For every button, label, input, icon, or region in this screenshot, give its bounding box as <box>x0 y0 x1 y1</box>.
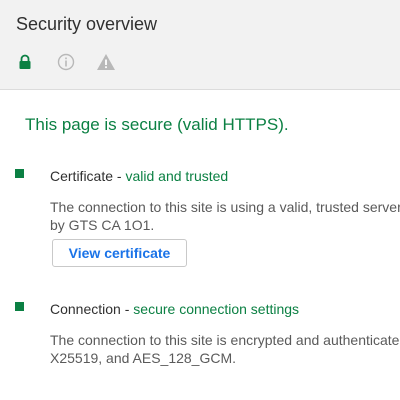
connection-label: Connection <box>50 301 121 317</box>
tab-warning[interactable] <box>94 50 118 74</box>
connection-desc-line: X25519, and AES_128_GCM. <box>50 350 237 366</box>
connection-status: secure connection settings <box>133 301 300 317</box>
heading-separator: - <box>120 301 134 317</box>
security-summary-text: This page is secure (valid HTTPS). <box>25 115 289 134</box>
certificate-desc-line: by GTS CA 1O1. <box>50 217 155 233</box>
certificate-label: Certificate <box>50 168 114 184</box>
certificate-description: The connection to this site is using a v… <box>50 198 400 234</box>
security-panel: Security overview This page is secure (v… <box>0 0 400 400</box>
tab-info[interactable] <box>54 50 78 74</box>
view-certificate-button[interactable]: View certificate <box>52 239 187 267</box>
certificate-desc-line: The connection to this site is using a v… <box>50 199 400 215</box>
panel-title: Security overview <box>16 14 158 34</box>
connection-status-bullet <box>15 302 24 311</box>
certificate-heading: Certificate - valid and trusted <box>50 168 228 184</box>
connection-description: The connection to this site is encrypted… <box>50 331 400 367</box>
connection-heading: Connection - secure connection settings <box>50 301 299 317</box>
security-header: Security overview <box>0 0 400 90</box>
connection-desc-line: The connection to this site is encrypted… <box>50 332 400 348</box>
certificate-status: valid and trusted <box>125 168 229 184</box>
tab-security-summary[interactable] <box>13 50 37 74</box>
heading-separator: - <box>113 168 126 184</box>
security-tab-row <box>0 50 400 74</box>
info-icon <box>57 53 75 71</box>
certificate-status-bullet <box>15 169 24 178</box>
lock-icon <box>19 54 31 69</box>
warning-icon <box>97 54 115 70</box>
